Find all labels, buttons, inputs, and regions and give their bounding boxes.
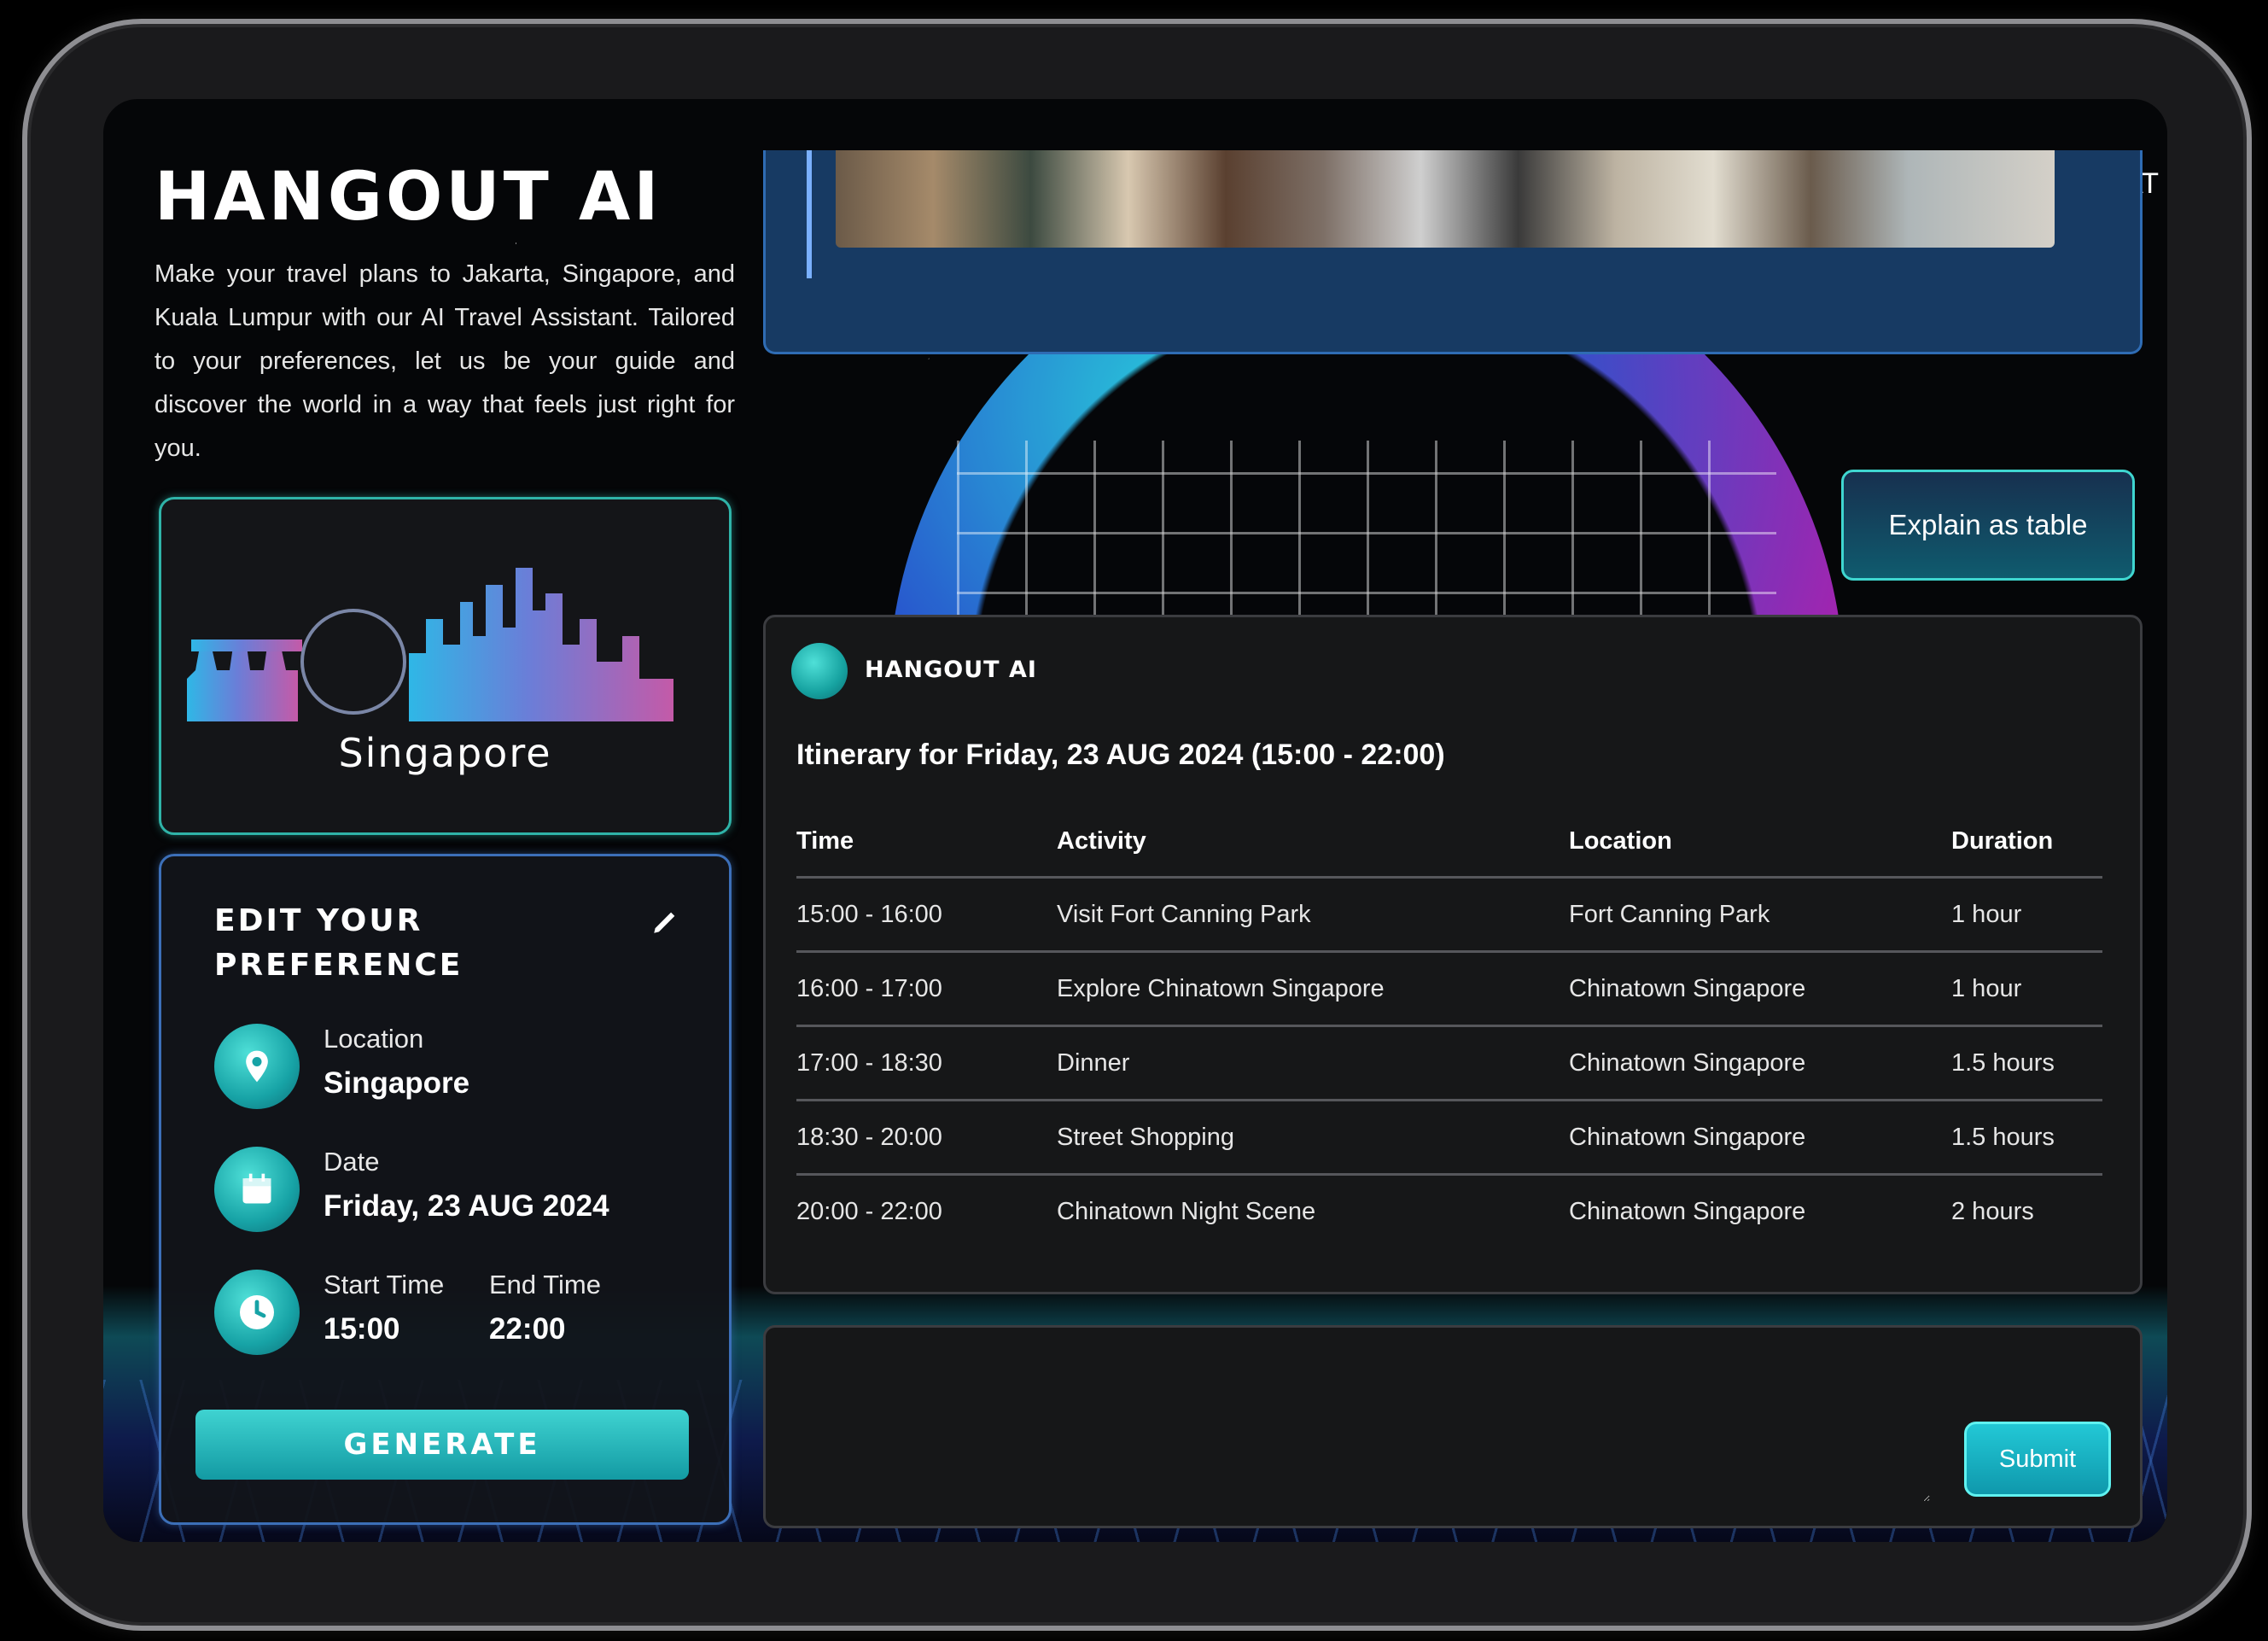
cell-activity: Dinner: [1057, 1025, 1569, 1101]
city-name: Singapore: [338, 730, 552, 776]
start-time-label: Start Time: [324, 1270, 445, 1299]
column-header-time: Time: [796, 827, 1057, 879]
cell-activity: Street Shopping: [1057, 1100, 1569, 1176]
table-row: 20:00 - 22:00 Chinatown Night Scene Chin…: [796, 1175, 2102, 1248]
cell-duration: 1.5 hours: [1951, 1100, 2102, 1176]
itinerary-table: Time Activity Location Duration 15:00 - …: [796, 827, 2102, 1247]
table-row: 15:00 - 16:00 Visit Fort Canning Park Fo…: [796, 877, 2102, 953]
cell-location: Chinatown Singapore: [1569, 951, 1951, 1027]
chat-input[interactable]: [791, 1353, 1930, 1502]
column-header-duration: Duration: [1951, 827, 2102, 879]
cell-activity: Visit Fort Canning Park: [1057, 877, 1569, 953]
cell-time: 16:00 - 17:00: [796, 951, 1057, 1027]
cell-duration: 2 hours: [1951, 1197, 2034, 1225]
chat-input-panel: Submit: [763, 1325, 2143, 1528]
table-row: 17:00 - 18:30 Dinner Chinatown Singapore…: [796, 1025, 2102, 1101]
street-photo-strip: [836, 150, 2055, 248]
end-time-value: 22:00: [489, 1312, 566, 1346]
cell-time: 15:00 - 16:00: [796, 877, 1057, 953]
bot-avatar: [791, 643, 848, 699]
start-time-value: 15:00: [324, 1312, 400, 1346]
preference-panel: EDIT YOUR PREFERENCE Location Singapore …: [159, 854, 732, 1525]
pencil-icon[interactable]: [650, 908, 679, 937]
cell-location: Chinatown Singapore: [1569, 1025, 1951, 1101]
column-header-location: Location: [1569, 827, 1951, 879]
photo-panel: [763, 150, 2143, 354]
cell-location: Chinatown Singapore: [1569, 1197, 1806, 1225]
city-card[interactable]: Singapore: [159, 497, 732, 835]
generate-button[interactable]: GENERATE: [195, 1410, 689, 1480]
cell-time: 17:00 - 18:30: [796, 1025, 1057, 1101]
cell-time: 20:00 - 22:00: [796, 1197, 942, 1225]
singapore-skyline-image: [187, 568, 673, 721]
table-row: 18:30 - 20:00 Street Shopping Chinatown …: [796, 1100, 2102, 1176]
preference-title: EDIT YOUR PREFERENCE: [214, 903, 464, 983]
cell-time: 18:30 - 20:00: [796, 1100, 1057, 1176]
clock-icon: [214, 1270, 300, 1355]
cell-activity: Chinatown Night Scene: [1057, 1197, 1316, 1225]
location-label: Location: [324, 1024, 424, 1054]
cell-activity: Explore Chinatown Singapore: [1057, 951, 1569, 1027]
cell-duration: 1 hour: [1951, 877, 2102, 953]
submit-button[interactable]: Submit: [1964, 1422, 2111, 1497]
cell-duration: 1.5 hours: [1951, 1025, 2102, 1101]
calendar-icon: [214, 1147, 300, 1232]
column-header-activity: Activity: [1057, 827, 1569, 879]
table-header-row: Time Activity Location Duration: [796, 827, 2102, 879]
cell-location: Fort Canning Park: [1569, 877, 1951, 953]
date-value: Friday, 23 AUG 2024: [324, 1189, 609, 1223]
table-row: 16:00 - 17:00 Explore Chinatown Singapor…: [796, 951, 2102, 1027]
explain-as-table-button[interactable]: Explain as table: [1841, 470, 2135, 581]
end-time-label: End Time: [489, 1270, 601, 1299]
bot-name: HANGOUT AI: [865, 657, 1037, 683]
date-label: Date: [324, 1147, 380, 1177]
map-pin-icon: [214, 1024, 300, 1109]
cell-duration: 1 hour: [1951, 951, 2102, 1027]
location-value: Singapore: [324, 1066, 470, 1100]
brand-logo: HANGOUT AI: [155, 159, 662, 236]
chat-response-panel: HANGOUT AI Itinerary for Friday, 23 AUG …: [763, 615, 2143, 1294]
intro-text: Make your travel plans to Jakarta, Singa…: [155, 260, 735, 462]
app-screen: HANGOUT AI CHAT Make your travel plans t…: [103, 99, 2167, 1542]
photo-accent-bar: [807, 150, 812, 278]
cell-location: Chinatown Singapore: [1569, 1100, 1951, 1176]
itinerary-title: Itinerary for Friday, 23 AUG 2024 (15:00…: [796, 739, 1445, 771]
